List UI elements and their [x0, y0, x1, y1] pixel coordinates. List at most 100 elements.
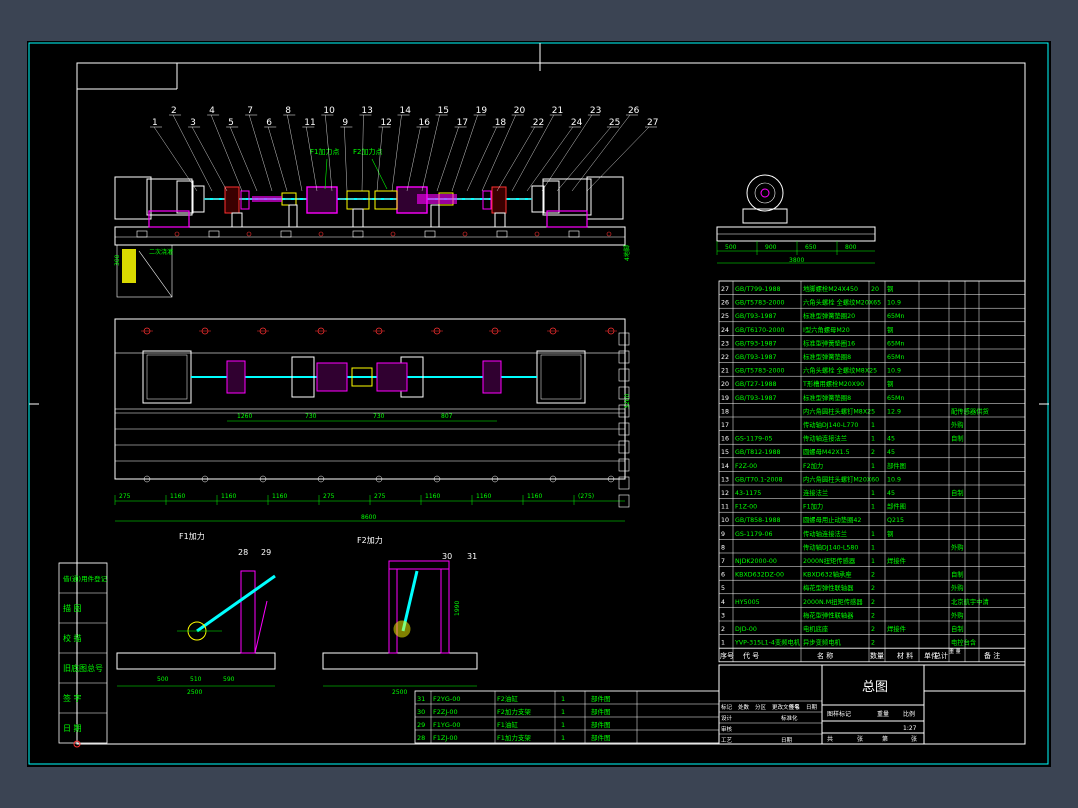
balloon-6: 6	[266, 118, 272, 128]
plan-total-dim: 8600	[361, 514, 376, 521]
side-dim-2: 650	[805, 244, 817, 251]
bom-row-21-col-4: 10.9	[887, 368, 901, 375]
plan-dim-bottom-2: 1160	[221, 493, 236, 500]
bom-row-20-col-4: 钢	[887, 380, 893, 388]
bom-row-11-col-4: 部件图	[887, 502, 906, 511]
bom-row-13-col-1: GB/T70.1-2008	[735, 476, 783, 483]
plan-dim-bottom-8: 1160	[527, 493, 542, 500]
balloon-1: 1	[152, 118, 158, 128]
balloon-20: 20	[514, 106, 526, 116]
bom-row-26-col-0: 26	[721, 300, 729, 307]
bom-row-12-col-1: 43-1175	[735, 490, 761, 497]
balloon-24: 24	[571, 118, 583, 128]
bom-row-23-col-0: 23	[721, 340, 729, 347]
small-bom-30-1: F2ZJ-00	[433, 708, 458, 716]
f1-dim-a: 500	[157, 676, 169, 683]
bom-row-2-col-3: 2	[871, 626, 875, 633]
drawing-frame: F1加力点 F2加力点 二次浇灌 300 4地脚 1 2 3 4 5 7 6 8 11 10 9 13…	[27, 41, 1051, 767]
bill-of-materials: 27 GB/T799-1988 地脚螺栓M24X450 20 钢26 GB/T5783-2…	[718, 280, 1026, 663]
bom-row-17-col-2: 传动轴DJ140-L770	[803, 420, 858, 429]
bom-row-14-col-3: 1	[871, 463, 875, 470]
bom-row-4-col-3: 2	[871, 599, 875, 606]
bom-header-0: 序号	[720, 651, 734, 660]
bom-row-3-col-3: 2	[871, 612, 875, 619]
bom-row-20-col-1: GB/T27-1988	[735, 381, 776, 388]
bom-row-16-col-4: 45	[887, 436, 895, 443]
tb-row-1-0: 设计	[721, 714, 733, 722]
bom-row-4-col-6: 北京航宇中清	[951, 597, 989, 606]
bom-row-27-col-2: 地脚螺栓M24X450	[803, 284, 858, 293]
sheet-c: 第	[882, 735, 888, 743]
balloon-5: 5	[228, 118, 234, 128]
bom-row-25-col-2: 标准型弹簧垫圈20	[803, 311, 855, 320]
f2-title: F2加力	[357, 535, 383, 545]
bom-row-5-col-6: 外购	[951, 583, 964, 592]
bom-row-14-col-2: F2加力	[803, 461, 823, 470]
bom-row-6-col-6: 自制	[951, 570, 964, 579]
bom-row-10-col-2: 圆螺母用止动垫圈42	[803, 515, 861, 524]
bom-row-12-col-6: 自制	[951, 488, 964, 497]
bom-row-24-col-0: 24	[721, 327, 729, 334]
bom-row-18-col-2: 内六角圆柱头螺钉M8X25	[803, 406, 875, 415]
marks-label: 图样标记	[827, 710, 851, 718]
bom-row-4-col-2: 2000N.M扭矩传感器	[803, 597, 863, 606]
end-total-dim: 3800	[789, 257, 804, 264]
bom-row-6-col-0: 6	[721, 572, 725, 579]
small-bom-31-0: 31	[417, 695, 425, 703]
plan-dim-bottom-4: 275	[323, 493, 335, 500]
tb-row-0-2: 分区	[755, 703, 767, 711]
small-bom-29-2: F1油缸	[497, 720, 518, 729]
bom-row-19-col-2: 标准型弹簧垫圈8	[803, 393, 851, 402]
bom-row-10-col-1: GB/T858-1988	[735, 517, 780, 524]
balloon-7: 7	[247, 106, 253, 116]
left-block-1: 描 图	[63, 603, 82, 613]
title-block: 总图 图样标记 重量 比例 1:27 共 张 第 张 标记 处数 分区 更改文件号签名…	[718, 664, 1026, 745]
bom-row-27-col-1: GB/T799-1988	[735, 286, 780, 293]
bom-row-23-col-2: 标准型弹簧垫圈16	[803, 338, 855, 347]
bom-row-1-col-3: 2	[871, 640, 875, 647]
bom-row-27-col-4: 钢	[887, 285, 893, 293]
left-block-5: 日 期	[63, 724, 82, 733]
bom-row-16-col-1: GS-1179-05	[735, 436, 772, 443]
bom-header-4: 材 料	[897, 651, 913, 660]
motor-end-circle	[746, 174, 784, 212]
bom-row-17-col-0: 17	[721, 422, 729, 429]
wall-label: 4地脚	[623, 245, 631, 261]
bom-row-15-col-1: GB/T812-1988	[735, 449, 780, 456]
weight-label: 重量	[877, 710, 889, 718]
balloon-3: 3	[190, 118, 196, 128]
side-dim-0: 500	[725, 244, 737, 251]
part-balloons: 1234576811109131214161517191820222124232…	[150, 106, 658, 192]
bom-header-1: 代 号	[743, 651, 759, 660]
plan-dim-bottom-5: 275	[374, 493, 386, 500]
balloon-17: 17	[457, 118, 468, 128]
flange-f1	[306, 186, 338, 214]
bom-row-4-col-1: HY5005	[735, 599, 760, 606]
bom-row-26-col-1: GB/T5783-2000	[735, 300, 785, 307]
bom-row-11-col-3: 1	[871, 504, 875, 511]
bom-row-11-col-2: F1加力	[803, 502, 823, 511]
bom-row-13-col-4: 10.9	[887, 476, 901, 483]
bom-row-19-col-0: 19	[721, 395, 729, 402]
balloon-4: 4	[209, 106, 215, 116]
drawing-title: 总图	[862, 680, 888, 695]
bom-row-25-col-4: 65Mn	[887, 313, 904, 320]
small-bom-29-1: F1YG-00	[433, 721, 461, 729]
bom-row-11-col-0: 11	[721, 504, 729, 511]
motor-left-end	[114, 176, 152, 220]
bom-row-6-col-2: KBXD632轴承座	[803, 570, 852, 579]
balloon-23: 23	[590, 106, 601, 116]
f1-balloon-a: 28	[238, 548, 248, 557]
tb-row-0-4: 签名	[789, 703, 800, 711]
balloon-12: 12	[380, 118, 391, 128]
plan-dim-bottom-1: 1160	[170, 493, 185, 500]
plan-dim-bottom-0: 275	[119, 493, 131, 500]
bom-row-20-col-2: T形槽用螺栓M20X90	[802, 379, 864, 388]
f1-total: 2500	[187, 689, 202, 696]
end-view: 500 900 650 800 3800	[716, 174, 876, 264]
f1-title: F1加力	[179, 531, 205, 541]
ratio-label: 比例	[903, 710, 915, 718]
bom-row-12-col-3: 1	[871, 490, 875, 497]
bom-row-22-col-1: GB/T93-1987	[735, 354, 776, 361]
bom-row-12-col-2: 连接法兰	[803, 488, 828, 497]
